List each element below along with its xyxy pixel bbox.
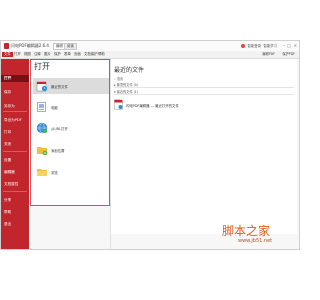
menu-protect[interactable]: 保护: [54, 52, 61, 57]
open-panel-title: 打开: [34, 62, 50, 71]
open-option-label: 从URL打开: [51, 127, 68, 131]
nav-item-open[interactable]: 打开: [1, 75, 29, 82]
nav-divider: [3, 151, 27, 152]
menu-help[interactable]: 帮助: [98, 52, 105, 57]
open-option-browse[interactable]: 浏览: [33, 164, 109, 180]
menu-open[interactable]: 打开: [14, 52, 21, 57]
protect-pdf-button[interactable]: 保护PDF: [282, 52, 295, 57]
recent-file-item[interactable]: 闪电PDF编辑器 — 最近打开的文件: [114, 99, 234, 111]
open-option-label: 浏览: [51, 171, 58, 175]
menu-file[interactable]: 文件: [2, 52, 13, 57]
open-option-url[interactable]: 从URL打开: [33, 120, 109, 136]
nav-item-save-as[interactable]: 另存为: [1, 103, 29, 110]
open-option-recent[interactable]: 最近的文件: [33, 78, 109, 94]
nav-item-editor[interactable]: 编辑器: [1, 169, 29, 176]
menu-page[interactable]: 页面: [74, 52, 81, 57]
recent-search-link[interactable]: ⌕ 搜索: [114, 76, 123, 81]
menu-bar: 文件 打开 视图 注释 图片 保护 表单 页面 文档保护 帮助 编辑PDF 保护…: [1, 51, 299, 59]
group-divider: [114, 87, 294, 88]
minimize-button[interactable]: –: [283, 43, 285, 48]
nav-item-share[interactable]: 分享: [1, 197, 29, 204]
nav-item-print[interactable]: 打印: [1, 129, 29, 136]
nav-divider: [3, 111, 27, 112]
nav-item-close[interactable]: 关闭: [1, 141, 29, 148]
nav-item-exit[interactable]: 退出: [1, 221, 29, 228]
nav-item-settings[interactable]: 设置: [1, 157, 29, 164]
left-nav: 打开 保存 另存为 导出为PDF 打印 关闭 设置 编辑器 文档属性 分享 帮助…: [1, 59, 29, 249]
pdf-file-icon: [114, 99, 123, 110]
open-option-label: 最近的文件: [51, 85, 68, 89]
window-title: 闪电PDF编辑器2.6.4: [11, 43, 49, 48]
menu-form[interactable]: 表单: [64, 52, 71, 57]
recent-search-label: 搜索: [116, 77, 124, 81]
maximize-button[interactable]: □: [287, 43, 291, 48]
nav-item-export[interactable]: 导出为PDF: [1, 117, 29, 124]
open-option-add-location[interactable]: 添加位置: [33, 142, 109, 158]
recent-file-label: 闪电PDF编辑器 — 最近打开的文件: [126, 104, 179, 108]
nav-divider: [3, 191, 27, 192]
open-option-label: 添加位置: [51, 149, 65, 153]
folder-icon: [37, 169, 47, 176]
mode-read-button[interactable]: 阅读: [64, 43, 77, 50]
menu-comment[interactable]: 注释: [34, 52, 41, 57]
close-button[interactable]: ×: [294, 43, 297, 48]
nav-item-help[interactable]: 帮助: [1, 209, 29, 216]
menu-view[interactable]: 视图: [24, 52, 31, 57]
menu-doc-protect[interactable]: 文档保护: [84, 52, 98, 57]
computer-icon: [37, 102, 46, 112]
app-logo-icon: [4, 43, 9, 49]
login-button[interactable]: 智能登录: [241, 43, 261, 48]
watermark-text: 脚本之家: [222, 224, 271, 238]
edit-pdf-button[interactable]: 编辑PDF: [262, 52, 275, 57]
open-panel: 打开 最近的文件 电脑 从URL打开 添加位置 浏览: [30, 59, 110, 206]
recent-files-title: 最近的文件: [114, 67, 145, 74]
nav-item-properties[interactable]: 文档属性: [1, 181, 29, 188]
open-option-computer[interactable]: 电脑: [33, 99, 109, 115]
user-avatar-icon: [241, 44, 246, 48]
site-watermark: 脚本之家 www.jb51.net: [222, 222, 298, 248]
recent-files-panel: 最近的文件 ⌕ 搜索 ▸ 置顶的文件 (0) ▾ 最近的文件 (1) 闪电PDF…: [111, 59, 297, 234]
learn-button[interactable]: 智能学习: [263, 43, 277, 48]
app-window: 闪电PDF编辑器2.6.4 编辑 阅读 智能登录 智能学习 – □ × 文件 打…: [0, 40, 300, 250]
watermark-url: www.jb51.net: [238, 238, 273, 244]
login-label: 智能登录: [247, 44, 261, 48]
search-icon: ⌕: [114, 77, 116, 81]
group-divider: [114, 94, 294, 95]
globe-icon: [36, 122, 48, 134]
open-option-label: 电脑: [51, 106, 58, 110]
nav-item-save[interactable]: 保存: [1, 89, 29, 96]
menu-image[interactable]: 图片: [44, 52, 51, 57]
recent-files-icon: [36, 81, 48, 92]
add-location-icon: [37, 147, 48, 156]
